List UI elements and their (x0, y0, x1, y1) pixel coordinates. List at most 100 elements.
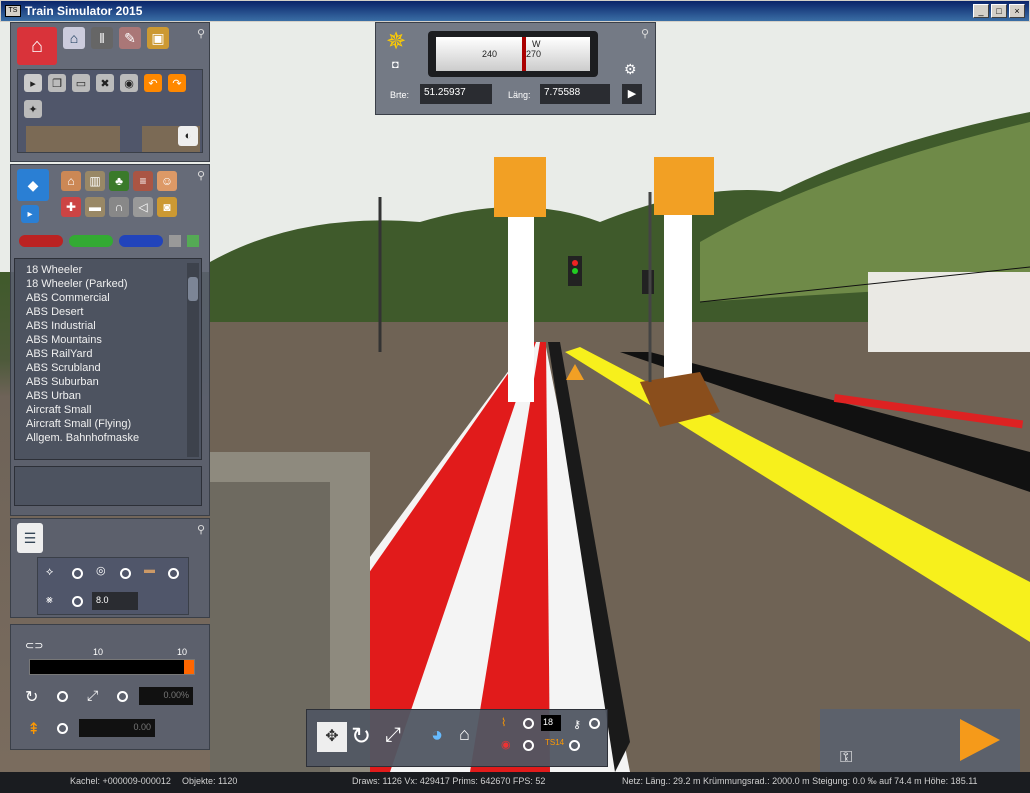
list-item[interactable]: 18 Wheeler (15, 263, 201, 277)
small-cube-icon[interactable]: ▸ (21, 205, 39, 223)
rotate-radio[interactable] (57, 691, 68, 702)
list-item[interactable]: ABS Suburban (15, 375, 201, 389)
list-item[interactable]: ABS Industrial (15, 319, 201, 333)
scale-icon[interactable]: ⤢ (87, 687, 98, 704)
train-icon[interactable]: ▣ (147, 27, 169, 49)
person-icon[interactable]: ☺ (157, 171, 177, 191)
lock-icon[interactable]: ⚷ (573, 718, 581, 731)
angle-field[interactable]: 0.00% (139, 687, 193, 705)
globe-icon[interactable]: ◕ (431, 724, 443, 747)
bridge-icon[interactable]: ▬ (85, 197, 105, 217)
list-item[interactable]: ABS RailYard (15, 347, 201, 361)
tick-270: 270 (526, 49, 542, 59)
star-filter-green[interactable] (69, 235, 113, 247)
rotate-icon[interactable]: ↻ (351, 722, 371, 751)
house-icon[interactable]: ⌂ (459, 724, 470, 745)
go-button[interactable]: ▶ (622, 84, 642, 104)
pin-icon[interactable]: ⚲ (197, 169, 205, 182)
target-radio[interactable] (120, 568, 131, 579)
rail-icon[interactable]: ≡ (133, 171, 153, 191)
height-slider[interactable] (29, 659, 195, 675)
marker-icon[interactable]: ◉ (501, 738, 511, 751)
monitor-icon[interactable]: ▭ (72, 74, 90, 92)
play-button[interactable] (930, 715, 1010, 769)
status-tile: Kachel: +000009-000012 (70, 776, 171, 786)
list-item[interactable]: Aircraft Small (Flying) (15, 417, 201, 431)
compass-rose-icon[interactable]: ✵ (386, 27, 406, 56)
select-icon[interactable]: ▸ (24, 74, 42, 92)
list-item[interactable]: Aircraft Small (15, 403, 201, 417)
height-icon[interactable]: ⇞ (27, 719, 40, 739)
slider-max-label: 10 (177, 647, 188, 657)
track-piece-icon[interactable]: ▬ (144, 564, 155, 576)
list-item[interactable]: ABS Commercial (15, 291, 201, 305)
object-list[interactable]: 18 Wheeler 18 Wheeler (Parked) ABS Comme… (14, 258, 202, 460)
track-icon[interactable]: ‖ (91, 27, 113, 49)
height-field[interactable]: 0.00 (79, 719, 155, 737)
snap-radio[interactable] (72, 568, 83, 579)
list-view-icon[interactable] (169, 235, 181, 247)
speed-field[interactable]: 18 (541, 715, 561, 731)
list-item[interactable]: ABS Scrubland (15, 361, 201, 375)
height-radio[interactable] (57, 723, 68, 734)
toolbox-icon[interactable]: ⌂ (17, 27, 57, 65)
house-icon[interactable]: ⌂ (61, 171, 81, 191)
lamp-icon[interactable]: ◐ (178, 126, 198, 146)
document-icon[interactable]: ☰ (17, 523, 43, 553)
list-item[interactable]: Allgem. Bahnhofmaske (15, 431, 201, 445)
close-button[interactable]: × (1009, 4, 1025, 18)
longitude-field[interactable]: 7.75588 (540, 84, 610, 104)
pin-icon[interactable]: ⚲ (641, 27, 649, 40)
minimize-button[interactable]: _ (973, 4, 989, 18)
copy-icon[interactable]: ❐ (48, 74, 66, 92)
star-filter-red[interactable] (19, 235, 63, 247)
target-icon[interactable]: ◎ (96, 564, 106, 577)
unlock-icon[interactable]: ⚿ (840, 749, 852, 767)
width-icon[interactable]: ⨳ (46, 594, 53, 607)
tree-icon[interactable]: ♣ (109, 171, 129, 191)
scale-icon[interactable]: ⤢ (385, 724, 401, 747)
track-radio[interactable] (168, 568, 179, 579)
factory-icon[interactable]: ▥ (85, 171, 105, 191)
pin-icon[interactable]: ⚲ (197, 27, 205, 40)
snap-icon[interactable]: ⟡ (46, 566, 53, 579)
arch-icon[interactable]: ∩ (109, 197, 129, 217)
speaker-icon[interactable]: ◁ (133, 197, 153, 217)
grid-view-icon[interactable] (187, 235, 199, 247)
list-item[interactable]: 18 Wheeler (Parked) (15, 277, 201, 291)
redo-icon[interactable]: ↷ (168, 74, 186, 92)
scroll-thumb[interactable] (188, 277, 198, 301)
home-icon[interactable]: ⌂ (63, 27, 85, 49)
tool-icon[interactable]: ✦ (24, 100, 42, 118)
speed-radio[interactable] (523, 718, 534, 729)
map-icon[interactable]: ◘ (392, 59, 399, 71)
ts14-radio[interactable] (569, 740, 580, 751)
slider-handle[interactable] (184, 660, 194, 674)
list-scrollbar[interactable] (187, 263, 199, 457)
speed-icon[interactable]: ⌇ (501, 716, 506, 729)
maximize-button[interactable]: □ (991, 4, 1007, 18)
width-field[interactable]: 8.0 (92, 592, 138, 610)
latitude-field[interactable]: 51.25937 (420, 84, 492, 104)
pin-icon[interactable]: ⚲ (197, 523, 205, 536)
scale-radio[interactable] (117, 691, 128, 702)
width-radio[interactable] (72, 596, 83, 607)
window-title: Train Simulator 2015 (25, 4, 143, 18)
list-item[interactable]: ABS Mountains (15, 333, 201, 347)
list-item[interactable]: ABS Urban (15, 389, 201, 403)
delete-icon[interactable]: ✖ (96, 74, 114, 92)
marker-radio[interactable] (523, 740, 534, 751)
rotate-icon[interactable]: ↻ (25, 687, 38, 707)
signal-icon[interactable]: ✚ (61, 197, 81, 217)
sack-icon[interactable]: ◙ (157, 197, 177, 217)
list-item[interactable]: ABS Desert (15, 305, 201, 319)
lock-radio[interactable] (589, 718, 600, 729)
cube-icon[interactable]: ◆ (17, 169, 49, 201)
gear-icon[interactable]: ⚙ (624, 61, 637, 78)
undo-icon[interactable]: ↶ (144, 74, 162, 92)
status-network: Netz: Läng.: 29.2 m Krümmungsrad.: 2000.… (622, 776, 978, 786)
move-icon[interactable]: ✥ (317, 722, 347, 752)
star-filter-blue[interactable] (119, 235, 163, 247)
camera-icon[interactable]: ◉ (120, 74, 138, 92)
paint-brush-icon[interactable]: ✎ (119, 27, 141, 49)
